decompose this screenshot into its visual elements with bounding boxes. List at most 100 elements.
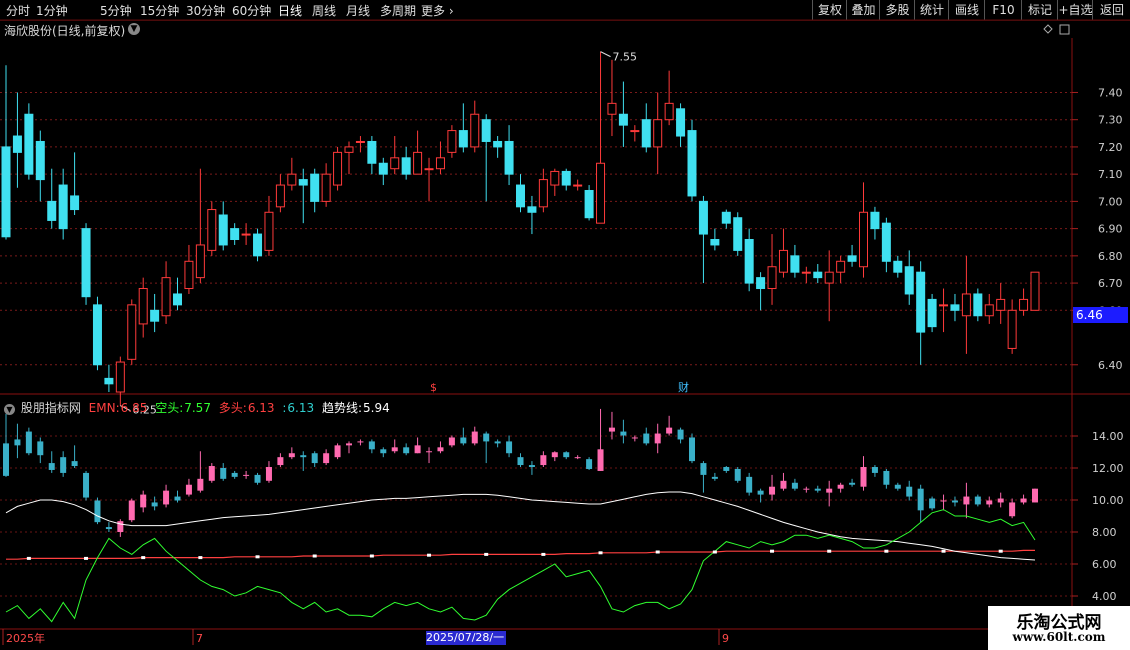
candle-body-63 [721, 211, 731, 224]
emn-marker-77 [884, 549, 889, 553]
candle-body-86 [984, 304, 994, 317]
ind-bar-33 [380, 449, 387, 454]
ind-bar-28 [323, 453, 330, 464]
x-axis-label-0: 2025年 [6, 631, 45, 645]
chart-canvas[interactable]: 7.407.307.207.107.006.906.806.706.606.40… [0, 0, 1130, 650]
candle-body-48 [550, 170, 560, 186]
candle-body-17 [195, 244, 205, 279]
ind-bar-41 [471, 431, 478, 444]
candle-body-52 [596, 162, 606, 224]
candle-body-77 [881, 222, 891, 262]
indicator-chevron-icon[interactable]: ▼ [4, 404, 15, 415]
candle-body-62 [710, 239, 720, 246]
ind-bar-63 [723, 467, 730, 471]
candle-body-32 [367, 140, 377, 164]
emn-marker-82 [941, 549, 946, 553]
ind-bar-44 [506, 441, 513, 454]
candle-body-35 [401, 157, 411, 175]
watermark-logo: 乐淘公式网 www.60lt.com [988, 606, 1130, 650]
candle-body-47 [538, 179, 548, 208]
ind-bar-5 [60, 457, 67, 473]
candle-body-88 [1007, 309, 1017, 349]
candle-body-49 [561, 170, 571, 186]
candle-body-74 [847, 255, 857, 262]
indicator-legend: ▼ 股朋指标网 EMN:6.85 空头:7.57 多头:6.13 :6.13 趋… [4, 399, 394, 416]
ind-bar-34 [391, 447, 398, 452]
candle-body-4 [47, 200, 57, 221]
candle-body-29 [333, 151, 343, 186]
window-toggle-icon [1059, 24, 1070, 35]
ind-bar-86 [986, 500, 993, 505]
ind-bar-82 [940, 500, 947, 502]
ind-bar-24 [277, 457, 284, 466]
candle-body-1 [12, 135, 22, 153]
ind-bar-0 [3, 443, 9, 476]
ind-axis-label-4: 6.00 [1092, 558, 1117, 571]
ind-bar-39 [448, 437, 455, 446]
candle-body-43 [493, 140, 503, 148]
candle-body-18 [207, 209, 217, 251]
ind-bar-89 [1020, 498, 1027, 503]
candle-body-64 [733, 217, 743, 251]
candle-body-46 [527, 206, 537, 213]
emn-marker-27 [312, 554, 317, 558]
main-axis-label-1: 7.30 [1098, 114, 1123, 127]
emn-marker-32 [369, 554, 374, 558]
candle-body-14 [161, 277, 171, 317]
candle-body-40 [458, 130, 468, 148]
ind-bar-4 [48, 463, 55, 470]
ind-bar-17 [197, 478, 204, 491]
candle-body-42 [481, 119, 491, 142]
ind-axis-label-5: 4.00 [1092, 590, 1117, 603]
ind-bar-40 [460, 437, 467, 444]
indicator-name: 股朋指标网 [20, 401, 81, 415]
extra-label: : [282, 401, 287, 415]
candle-body-83 [950, 304, 960, 311]
ind-bar-42 [483, 433, 490, 442]
emn-marker-2 [26, 556, 31, 560]
candle-body-73 [836, 260, 846, 273]
candle-body-31 [355, 140, 365, 143]
candle-body-33 [378, 162, 388, 175]
candle-body-82 [939, 304, 949, 307]
candle-body-44 [504, 140, 514, 175]
ind-bar-46 [528, 465, 535, 468]
ind-bar-52 [597, 449, 604, 471]
candle-body-8 [92, 304, 102, 366]
watermark-url: www.60lt.com [1012, 630, 1106, 644]
ind-bar-56 [643, 433, 650, 444]
emn-line [6, 549, 1035, 560]
ind-bar-84 [963, 496, 970, 505]
emn-marker-87 [998, 549, 1003, 553]
candle-body-78 [893, 260, 903, 273]
candle-body-65 [744, 239, 754, 284]
marker-cai: 财 [678, 380, 689, 394]
ind-bar-73 [837, 484, 844, 489]
candle-body-68 [778, 249, 788, 273]
ind-bar-81 [929, 498, 936, 509]
candle-body-50 [573, 184, 583, 187]
diamond-icon [1043, 24, 1053, 34]
candle-body-67 [767, 266, 777, 290]
ind-bar-18 [208, 466, 215, 481]
emn-value: 6.85 [120, 401, 148, 415]
emn-marker-52 [598, 551, 603, 555]
ind-bar-50 [574, 457, 581, 459]
ind-axis-label-3: 8.00 [1092, 526, 1117, 539]
candle-body-79 [904, 266, 914, 295]
ind-bar-87 [997, 498, 1004, 503]
candle-body-3 [35, 140, 45, 181]
duotou-label: 多头: [218, 401, 247, 415]
candle-body-2 [24, 113, 34, 175]
ind-bar-23 [265, 467, 272, 481]
candle-body-70 [801, 271, 811, 274]
x-axis-label-2: 9 [722, 632, 729, 645]
candle-body-56 [641, 119, 651, 148]
candle-body-25 [287, 173, 297, 186]
current-price-tag: 6.46 [1073, 307, 1128, 323]
ind-bar-55 [631, 437, 638, 439]
ind-bar-19 [220, 468, 227, 479]
duotou-value: 6.13 [247, 401, 275, 415]
ind-bar-6 [71, 461, 78, 467]
ind-bar-14 [163, 490, 170, 505]
